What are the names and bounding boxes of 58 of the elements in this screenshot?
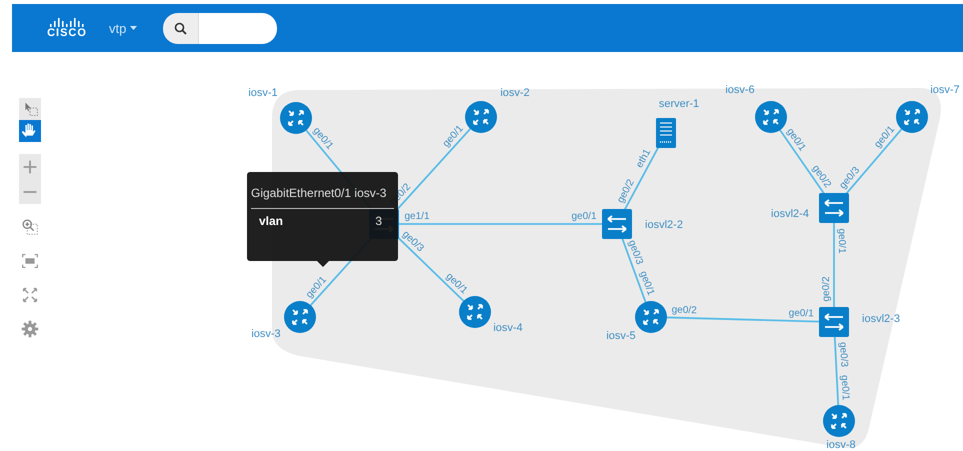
node-label: iosv-2 bbox=[500, 87, 530, 99]
settings-button[interactable] bbox=[19, 318, 41, 340]
node-label: iosv-6 bbox=[725, 84, 755, 96]
minus-icon bbox=[24, 190, 36, 192]
switch-icon[interactable] bbox=[602, 209, 632, 239]
node-label: iosvl2-3 bbox=[862, 313, 900, 325]
port-label: ge0/3 bbox=[626, 238, 645, 266]
caret-icon bbox=[130, 26, 138, 30]
node-label: iosv-7 bbox=[930, 84, 960, 96]
zoom-in-button[interactable] bbox=[19, 154, 41, 179]
plus-icon bbox=[22, 159, 38, 174]
menu-dropdown[interactable]: vtp bbox=[109, 20, 138, 36]
property-name: vlan bbox=[259, 214, 284, 228]
property-value: 3 bbox=[375, 214, 382, 228]
router-icon[interactable] bbox=[280, 102, 312, 134]
port-label: ge0/2 bbox=[615, 178, 637, 205]
port-label: ge0/1 bbox=[838, 374, 851, 400]
port-label: ge0/1 bbox=[571, 211, 597, 222]
router-icon[interactable] bbox=[459, 296, 491, 328]
node-label: iosv-4 bbox=[493, 322, 523, 334]
select-tool-icon bbox=[25, 102, 38, 116]
port-label: eth1 bbox=[634, 147, 654, 170]
port-label: ge0/1 bbox=[836, 228, 847, 254]
node-label: iosv-3 bbox=[251, 328, 281, 340]
logo-bars-icon bbox=[48, 17, 86, 27]
switch-icon[interactable] bbox=[819, 193, 849, 223]
node-label: server-1 bbox=[658, 98, 700, 110]
router-icon[interactable] bbox=[635, 301, 667, 333]
search-field[interactable] bbox=[199, 12, 278, 44]
server-icon[interactable] bbox=[656, 118, 676, 148]
search-button[interactable] bbox=[163, 12, 200, 44]
node-label: iosv-1 bbox=[248, 87, 278, 99]
router-icon[interactable] bbox=[823, 405, 855, 437]
pan-tool-button[interactable] bbox=[19, 120, 41, 142]
node-label: iosv-5 bbox=[606, 330, 636, 342]
router-icon[interactable] bbox=[284, 301, 316, 333]
switch-icon[interactable] bbox=[819, 307, 849, 337]
router-icon[interactable] bbox=[465, 101, 497, 133]
port-label: ge0/2 bbox=[672, 304, 697, 316]
settings-icon bbox=[22, 320, 38, 338]
hand-icon bbox=[22, 124, 36, 138]
router-icon[interactable] bbox=[755, 101, 787, 133]
zoom-region-icon bbox=[22, 219, 38, 235]
node-label: iosv-8 bbox=[826, 439, 856, 451]
select-tool-button[interactable] bbox=[19, 98, 41, 120]
fit-screen-icon bbox=[22, 254, 38, 268]
port-label: ge1/1 bbox=[404, 211, 430, 222]
port-label: ge0/1 bbox=[637, 270, 656, 298]
port-label: ge0/2 bbox=[821, 276, 832, 302]
port-label: ge0/3 bbox=[837, 342, 850, 368]
node-label: iosvl2-4 bbox=[771, 208, 809, 220]
node-label: iosvl2-2 bbox=[645, 219, 683, 231]
port-label: ge0/1 bbox=[788, 308, 814, 320]
expand-arrows-icon bbox=[22, 288, 38, 302]
search-icon bbox=[174, 22, 188, 34]
zoom-out-button[interactable] bbox=[19, 179, 41, 204]
router-icon[interactable] bbox=[896, 101, 928, 133]
logo-text: CISCO bbox=[47, 27, 87, 39]
